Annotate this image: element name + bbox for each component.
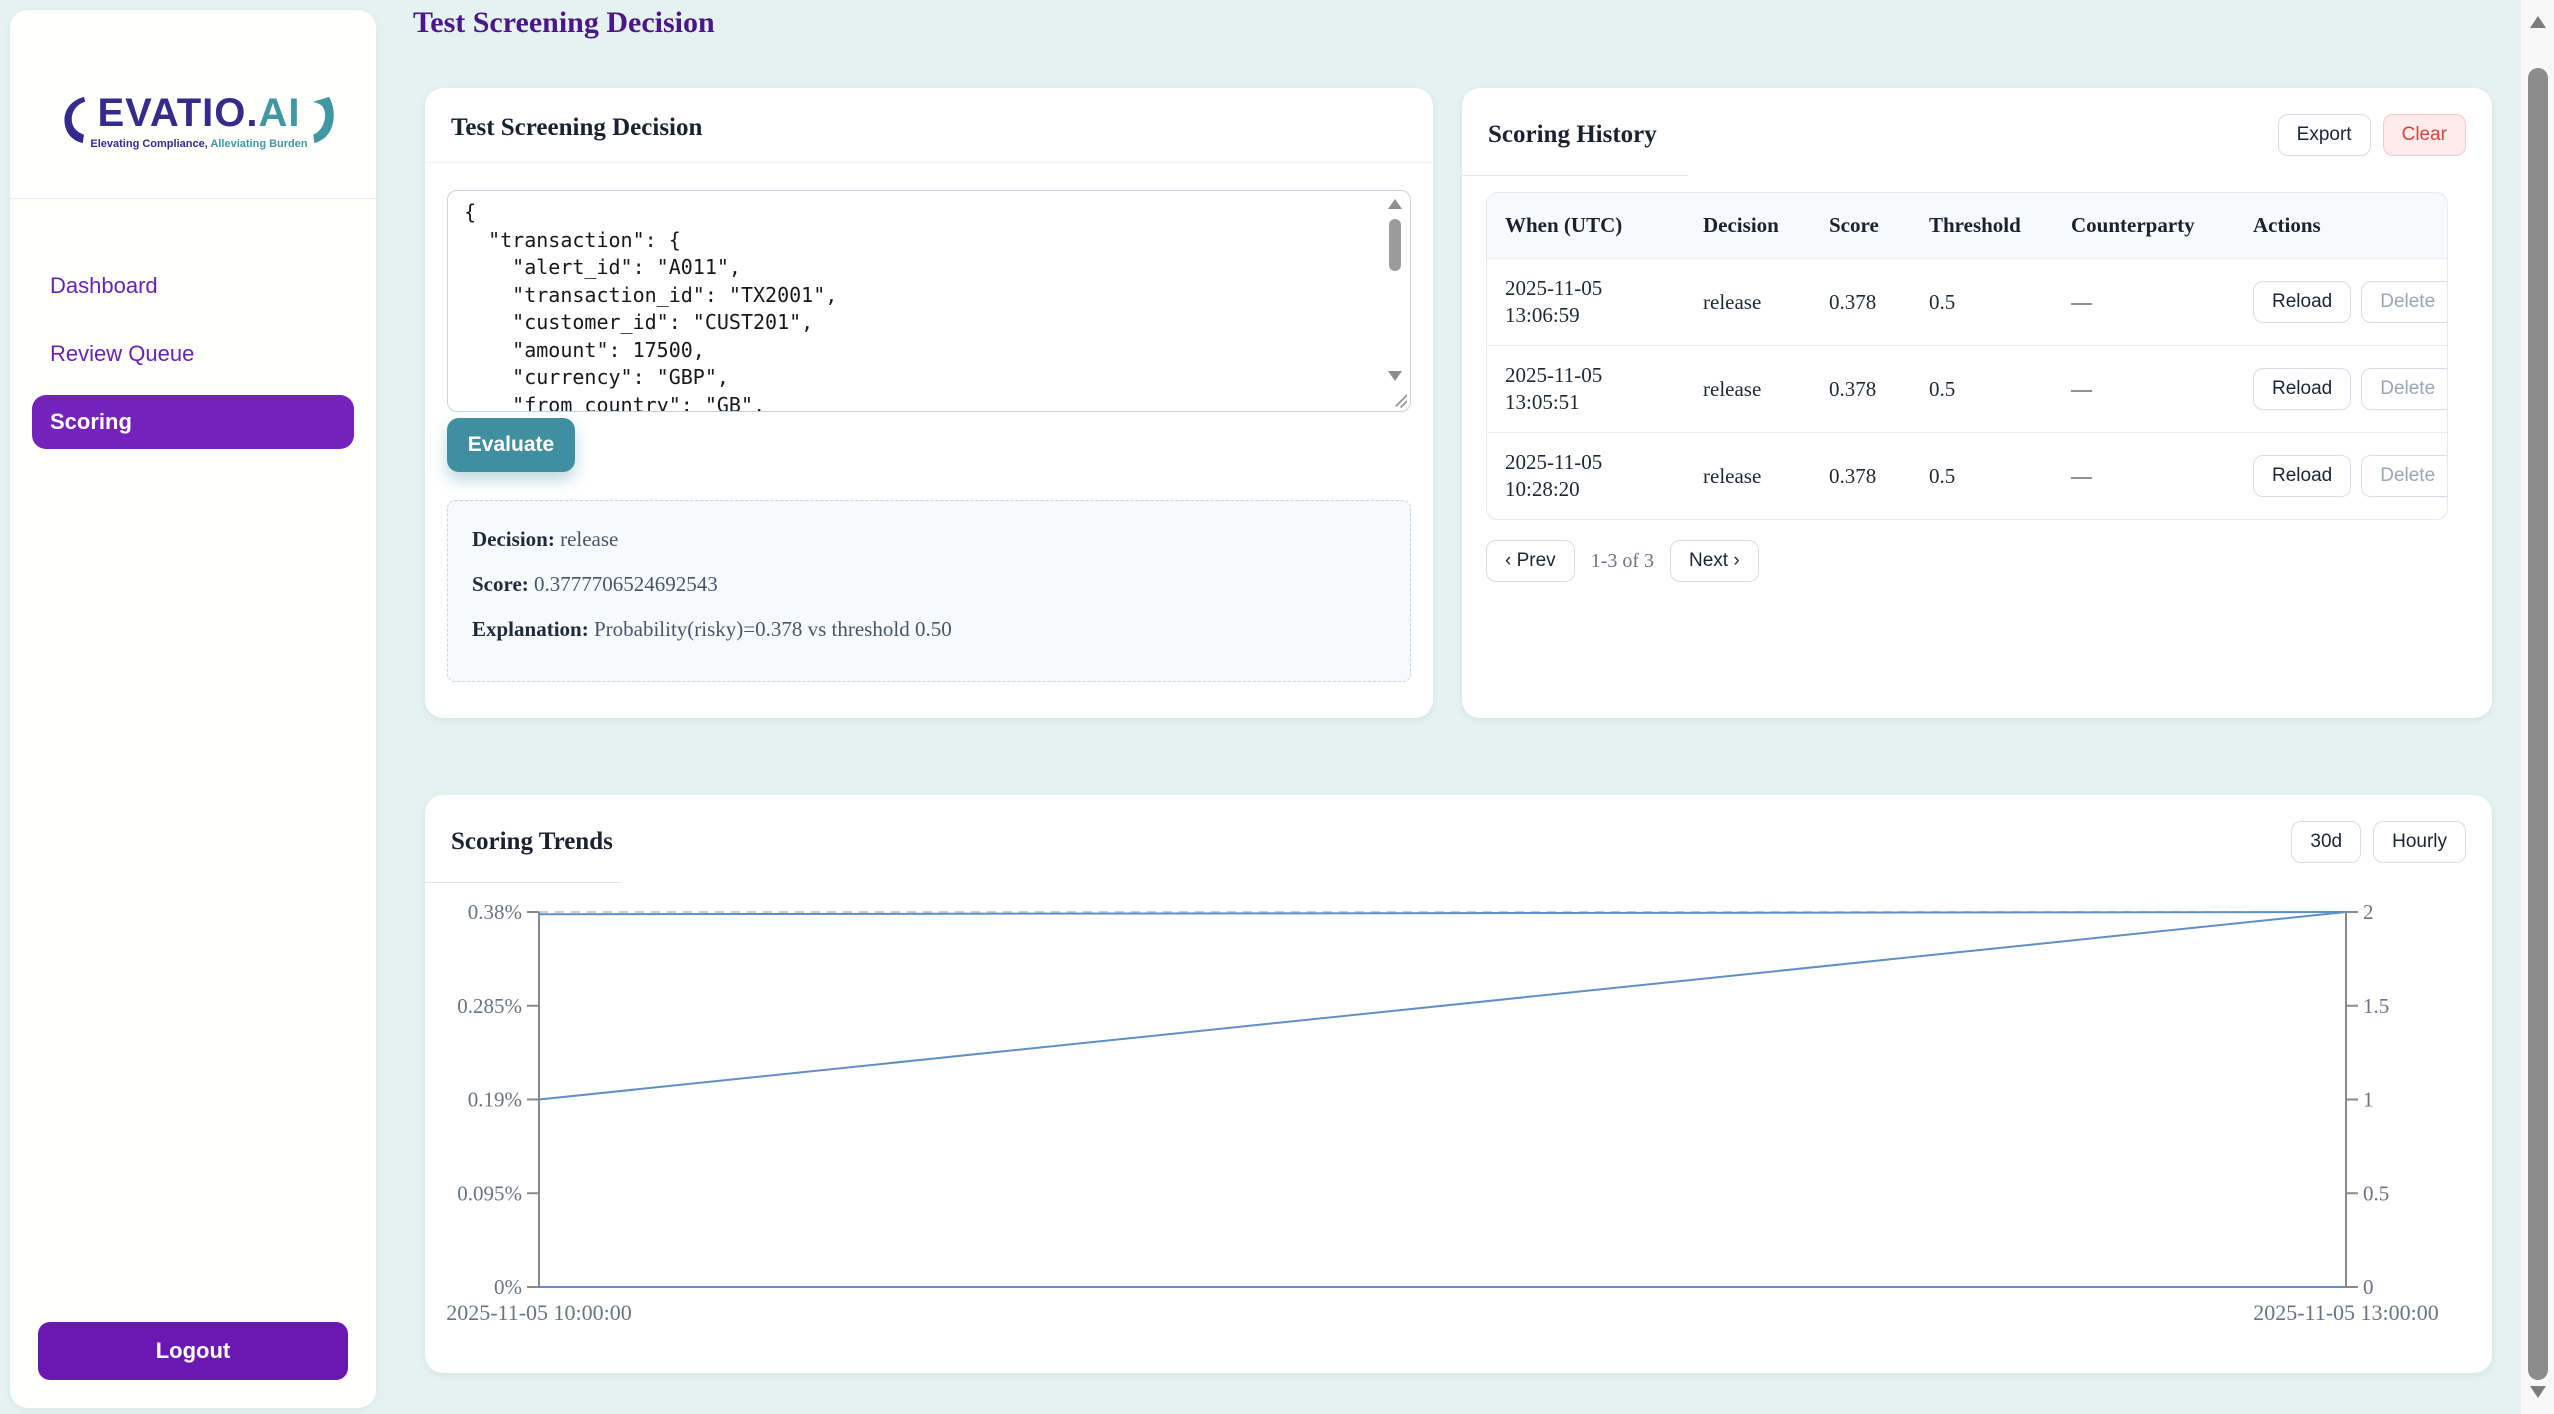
sidebar-item-review-queue[interactable]: Review Queue bbox=[32, 327, 354, 381]
explanation-line: Explanation: Probability(risky)=0.378 vs… bbox=[472, 617, 1386, 642]
table-row: 2025-11-0513:05:51 release 0.378 0.5 — R… bbox=[1487, 345, 2447, 432]
when-cell: 2025-11-0510:28:20 bbox=[1487, 433, 1685, 519]
scroll-down-icon[interactable] bbox=[1388, 371, 1402, 381]
logo-left-arc-icon bbox=[62, 80, 86, 160]
svg-text:1: 1 bbox=[2363, 1088, 2374, 1112]
sidebar: EVATIO.AI Elevating Compliance, Alleviat… bbox=[10, 10, 376, 1408]
brand-name: EVATIO.AI bbox=[90, 91, 307, 136]
threshold-cell: 0.5 bbox=[1911, 361, 2053, 418]
transaction-json-input[interactable]: { "transaction": { "alert_id": "A011", "… bbox=[447, 190, 1411, 412]
pagination: ‹ Prev 1-3 of 3 Next › bbox=[1486, 540, 1759, 582]
test-screening-card: Test Screening Decision { "transaction":… bbox=[425, 88, 1433, 718]
history-card-title: Scoring History bbox=[1488, 121, 1657, 149]
decision-line: Decision: release bbox=[472, 527, 1386, 552]
logout-button[interactable]: Logout bbox=[38, 1322, 348, 1380]
svg-text:0.285%: 0.285% bbox=[457, 994, 522, 1018]
delete-button[interactable]: Delete bbox=[2361, 455, 2448, 497]
counterparty-cell: — bbox=[2053, 448, 2235, 505]
export-button[interactable]: Export bbox=[2278, 114, 2371, 156]
when-cell: 2025-11-0513:06:59 bbox=[1487, 259, 1685, 345]
brand-tagline: Elevating Compliance, Alleviating Burden bbox=[90, 138, 307, 150]
svg-text:0.19%: 0.19% bbox=[468, 1088, 522, 1112]
test-card-title: Test Screening Decision bbox=[451, 114, 702, 142]
score-cell: 0.378 bbox=[1811, 361, 1911, 418]
scoring-trends-card: Scoring Trends 30d Hourly 0.38%0.285%0.1… bbox=[425, 795, 2492, 1373]
evaluation-result: Decision: release Score: 0.3777706524692… bbox=[447, 500, 1411, 682]
svg-text:2025-11-05 10:00:00: 2025-11-05 10:00:00 bbox=[446, 1300, 632, 1325]
table-row: 2025-11-0513:06:59 release 0.378 0.5 — R… bbox=[1487, 258, 2447, 345]
reload-button[interactable]: Reload bbox=[2253, 455, 2351, 497]
svg-text:0.38%: 0.38% bbox=[468, 900, 522, 924]
textarea-scrollbar[interactable] bbox=[1382, 193, 1408, 387]
scoring-trends-chart: 0.38%0.285%0.19%0.095%0%21.510.502025-11… bbox=[425, 795, 2492, 1373]
sidebar-item-scoring[interactable]: Scoring bbox=[32, 395, 354, 449]
next-page-button[interactable]: Next › bbox=[1670, 540, 1759, 582]
score-line: Score: 0.3777706524692543 bbox=[472, 572, 1386, 597]
threshold-cell: 0.5 bbox=[1911, 448, 2053, 505]
counterparty-cell: — bbox=[2053, 274, 2235, 331]
delete-button[interactable]: Delete bbox=[2361, 368, 2448, 410]
svg-text:1.5: 1.5 bbox=[2363, 994, 2389, 1018]
score-cell: 0.378 bbox=[1811, 448, 1911, 505]
scoring-history-table: When (UTC) Decision Score Threshold Coun… bbox=[1486, 192, 2448, 520]
col-when: When (UTC) bbox=[1487, 193, 1685, 258]
page-range-label: 1-3 of 3 bbox=[1591, 550, 1654, 573]
svg-text:2025-11-05 13:00:00: 2025-11-05 13:00:00 bbox=[2253, 1300, 2439, 1325]
clear-button[interactable]: Clear bbox=[2383, 114, 2466, 156]
col-score: Score bbox=[1811, 193, 1911, 258]
logo-right-arc-icon bbox=[312, 80, 336, 160]
sidebar-nav: Dashboard Review Queue Scoring bbox=[10, 199, 376, 449]
reload-button[interactable]: Reload bbox=[2253, 281, 2351, 323]
delete-button[interactable]: Delete bbox=[2361, 281, 2448, 323]
decision-cell: release bbox=[1685, 361, 1811, 418]
resize-handle-icon[interactable] bbox=[1391, 392, 1407, 408]
decision-cell: release bbox=[1685, 448, 1811, 505]
prev-page-button[interactable]: ‹ Prev bbox=[1486, 540, 1575, 582]
svg-text:0.095%: 0.095% bbox=[457, 1181, 522, 1205]
scroll-up-icon[interactable] bbox=[1388, 199, 1402, 209]
textarea-scrollbar-thumb[interactable] bbox=[1389, 219, 1401, 271]
table-row: 2025-11-0510:28:20 release 0.378 0.5 — R… bbox=[1487, 432, 2447, 519]
svg-text:2: 2 bbox=[2363, 900, 2374, 924]
col-actions: Actions bbox=[2235, 193, 2447, 258]
when-cell: 2025-11-0513:05:51 bbox=[1487, 346, 1685, 432]
threshold-cell: 0.5 bbox=[1911, 274, 2053, 331]
svg-text:0%: 0% bbox=[494, 1275, 522, 1299]
evaluate-button[interactable]: Evaluate bbox=[447, 418, 575, 472]
scoring-history-card: Scoring History Export Clear When (UTC) … bbox=[1462, 88, 2492, 718]
transaction-json-text: { "transaction": { "alert_id": "A011", "… bbox=[464, 199, 1376, 411]
col-threshold: Threshold bbox=[1911, 193, 2053, 258]
col-counterparty: Counterparty bbox=[2053, 193, 2235, 258]
window-scrollbar[interactable] bbox=[2520, 0, 2554, 1414]
svg-text:0: 0 bbox=[2363, 1275, 2374, 1299]
page-title: Test Screening Decision bbox=[413, 6, 715, 40]
scrollbar-down-icon[interactable] bbox=[2530, 1386, 2546, 1398]
sidebar-item-dashboard[interactable]: Dashboard bbox=[32, 259, 354, 313]
reload-button[interactable]: Reload bbox=[2253, 368, 2351, 410]
scrollbar-up-icon[interactable] bbox=[2530, 16, 2546, 28]
col-decision: Decision bbox=[1685, 193, 1811, 258]
decision-cell: release bbox=[1685, 274, 1811, 331]
window-scrollbar-thumb[interactable] bbox=[2528, 68, 2548, 1380]
score-cell: 0.378 bbox=[1811, 274, 1911, 331]
table-header-row: When (UTC) Decision Score Threshold Coun… bbox=[1487, 193, 2447, 258]
main-content: Test Screening Decision Test Screening D… bbox=[410, 0, 2522, 1414]
counterparty-cell: — bbox=[2053, 361, 2235, 418]
logo: EVATIO.AI Elevating Compliance, Alleviat… bbox=[10, 10, 376, 199]
svg-text:0.5: 0.5 bbox=[2363, 1181, 2389, 1205]
